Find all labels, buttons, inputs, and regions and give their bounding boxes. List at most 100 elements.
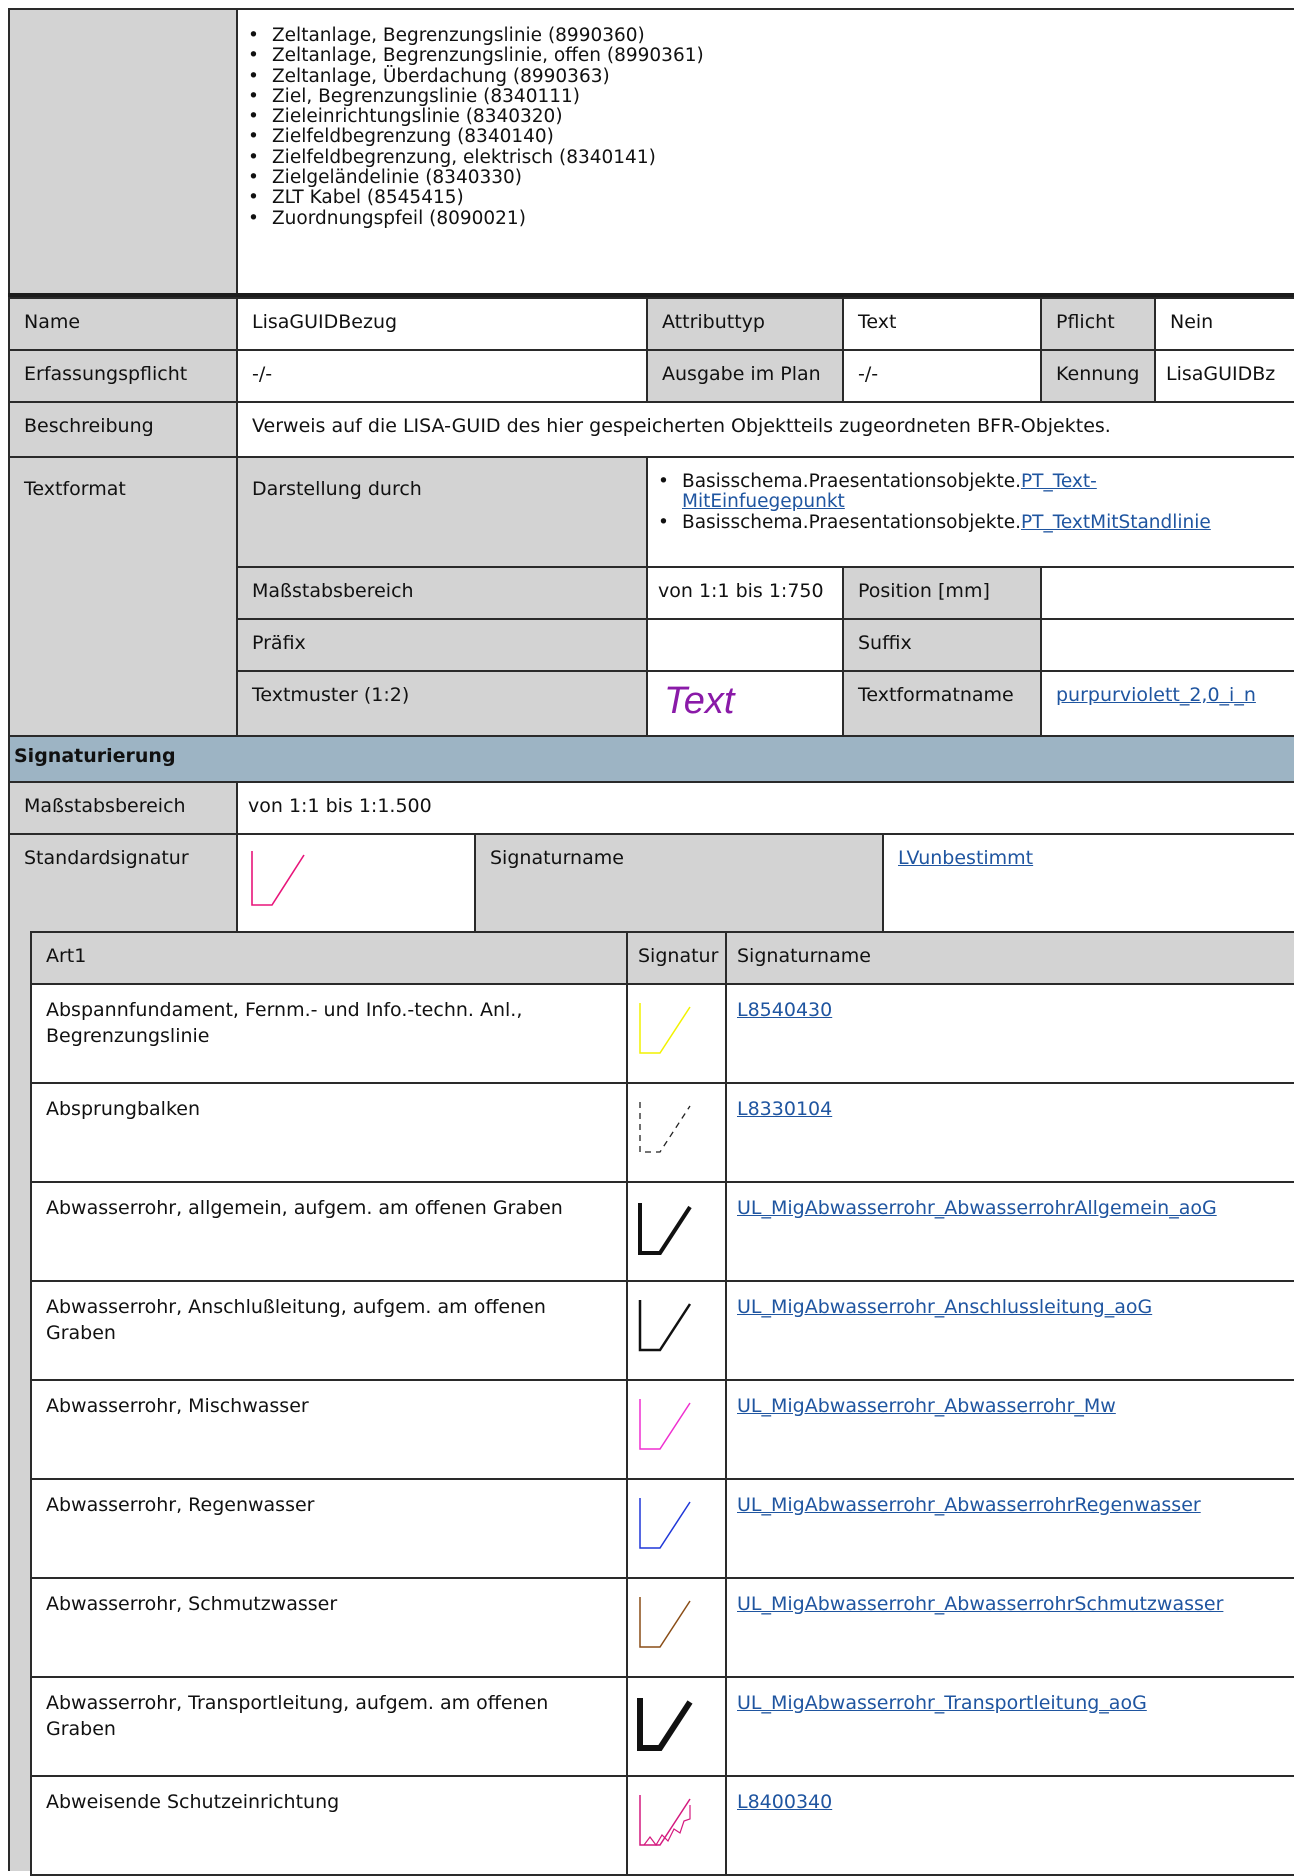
pt-text-mit-standlinie-link[interactable]: PT_TextMitStandlinie <box>1021 512 1211 533</box>
position-label: Position [mm] <box>842 566 1042 620</box>
position-label-text: Position [mm] <box>858 580 990 602</box>
lvunbestimmt-link[interactable]: LVunbestimmt <box>898 847 1033 869</box>
ausgabe-label-text: Ausgabe im Plan <box>662 363 821 385</box>
suffix-label-text: Suffix <box>858 632 912 654</box>
attributtyp-value-text: Text <box>858 311 897 333</box>
signaturname-value: LVunbestimmt <box>882 833 1294 933</box>
signature-line-icon <box>638 1203 692 1255</box>
art-table-indent <box>8 931 32 1871</box>
attributtyp-label: Attributtyp <box>646 297 844 351</box>
textformatname-label-text: Textformatname <box>858 684 1014 706</box>
praefix-label-text: Präfix <box>252 632 306 654</box>
hatch-marks <box>643 1805 691 1847</box>
art-text: Abwasserrohr, Transportleitung, aufgem. … <box>46 1692 549 1714</box>
darstellung-value: Basisschema.Praesentationsobjekte.PT_Tex… <box>646 456 1294 568</box>
signature-name-cell: UL_MigAbwasserrohr_Abwasserrohr_Mw <box>725 1379 1294 1480</box>
signature-line-icon <box>639 1795 691 1847</box>
signature-name-link[interactable]: UL_MigAbwasserrohr_Anschlussleitung_aoG <box>737 1296 1152 1318</box>
link-part-1: PT_Text- <box>1020 471 1097 492</box>
art-cell: Abwasserrohr, Anschlußleitung, aufgem. a… <box>30 1280 628 1381</box>
signature-name-link[interactable]: UL_MigAbwasserrohr_Transportleitung_aoG <box>737 1692 1147 1714</box>
darstellung-label-text: Darstellung durch <box>252 478 422 500</box>
signature-name-link[interactable]: L8540430 <box>737 999 832 1021</box>
art-cell: Abweisende Schutzeinrichtung <box>30 1775 628 1876</box>
object-type-item: Zuordnungspfeil (8090021) <box>238 208 1294 229</box>
erfassung-value-text: -/- <box>252 363 273 385</box>
darstellung-prefix: Basisschema.Praesentationsobjekte. <box>682 471 1021 492</box>
signature-name-cell: UL_MigAbwasserrohr_Anschlussleitung_aoG <box>725 1280 1294 1381</box>
art-text: Graben <box>46 1322 116 1344</box>
signature-cell <box>626 1775 727 1876</box>
object-type-item: Zielfeldbegrenzung (8340140) <box>238 127 1294 148</box>
art-text: Abwasserrohr, Schmutzwasser <box>46 1593 338 1615</box>
art-cell: Abwasserrohr, Mischwasser <box>30 1379 628 1480</box>
object-type-item: Zielgeländelinie (8340330) <box>238 167 1294 188</box>
signaturname-header-text: Signaturname <box>737 945 871 967</box>
signature-name-link[interactable]: UL_MigAbwasserrohr_AbwasserrohrSchmutzwa… <box>737 1593 1223 1615</box>
signature-name-link[interactable]: UL_MigAbwasserrohr_AbwasserrohrAllgemein… <box>737 1197 1217 1219</box>
darstellung-prefix: Basisschema.Praesentationsobjekte. <box>682 511 1021 533</box>
pflicht-label: Pflicht <box>1040 297 1156 351</box>
beschreibung-value-text: Verweis auf die LISA-GUID des hier gespe… <box>252 415 1111 437</box>
signature-line <box>637 1698 693 1751</box>
art-cell: Abwasserrohr, Regenwasser <box>30 1478 628 1579</box>
darstellung-item: Basisschema.Praesentationsobjekte.PT_Tex… <box>648 511 1294 533</box>
signature-line-icon <box>639 1597 691 1648</box>
praefix-label: Präfix <box>236 618 648 672</box>
signature-name-link[interactable]: UL_MigAbwasserrohr_AbwasserrohrRegenwass… <box>737 1494 1201 1516</box>
object-type-item: Zeltanlage, Überdachung (8990363) <box>238 66 1294 87</box>
standardsignatur-value <box>236 833 476 933</box>
textformatname-value: purpurviolett_2,0_i_n <box>1040 670 1294 737</box>
art-text: Abspannfundament, Fernm.- und Info.-tech… <box>46 999 523 1021</box>
darstellung-label: Darstellung durch <box>236 456 648 568</box>
signature-name-link[interactable]: L8400340 <box>737 1791 832 1813</box>
attributtyp-label-text: Attributtyp <box>662 311 765 333</box>
massstab-label-text: Maßstabsbereich <box>252 580 414 602</box>
signature-name-cell: L8540430 <box>725 983 1294 1084</box>
signature-line <box>638 1203 692 1255</box>
signature-cell <box>626 1082 727 1183</box>
signature-line-icon <box>639 1399 691 1450</box>
signature-name-cell: UL_MigAbwasserrohr_AbwasserrohrSchmutzwa… <box>725 1577 1294 1678</box>
signature-cell <box>626 1676 727 1777</box>
erfassung-value: -/- <box>236 349 648 403</box>
suffix-label: Suffix <box>842 618 1042 672</box>
signature-name-cell: UL_MigAbwasserrohr_AbwasserrohrRegenwass… <box>725 1478 1294 1579</box>
signature-name-link[interactable]: UL_MigAbwasserrohr_Abwasserrohr_Mw <box>737 1395 1116 1417</box>
object-type-item: Zieleinrichtungslinie (8340320) <box>238 106 1294 127</box>
signature-line <box>639 1102 691 1153</box>
art-cell: Abspannfundament, Fernm.- und Info.-tech… <box>30 983 628 1084</box>
signature-line <box>639 1498 691 1549</box>
art-text: Graben <box>46 1718 116 1740</box>
ausgabe-value: -/- <box>842 349 1042 403</box>
name-label-text: Name <box>24 311 81 333</box>
signature-cell <box>626 1379 727 1480</box>
signature-name-link[interactable]: L8330104 <box>737 1098 832 1120</box>
textformatname-link[interactable]: purpurviolett_2,0_i_n <box>1056 684 1256 706</box>
art-text: Abwasserrohr, Mischwasser <box>46 1395 309 1417</box>
kennung-value: LisaGUIDBz <box>1154 349 1294 403</box>
signature-name-cell: L8330104 <box>725 1082 1294 1183</box>
object-type-item: Ziel, Begrenzungslinie (8340111) <box>238 86 1294 107</box>
link-part-2: MitEinfuegepunkt <box>682 491 845 513</box>
art-text: Begrenzungslinie <box>46 1025 210 1047</box>
art-cell: Abwasserrohr, Schmutzwasser <box>30 1577 628 1678</box>
sig-massstab-value: von 1:1 bis 1:1.500 <box>236 781 1294 835</box>
signature-cell <box>626 1478 727 1579</box>
kennung-label-text: Kennung <box>1056 363 1140 385</box>
signaturname-label: Signaturname <box>474 833 884 933</box>
kennung-value-text: LisaGUIDBz <box>1166 363 1276 385</box>
textformat-label: Textformat <box>8 456 238 737</box>
signature-cell <box>626 1181 727 1282</box>
sig-massstab-value-text: von 1:1 bis 1:1.500 <box>248 795 432 817</box>
list-row-label-cell <box>8 8 238 297</box>
art-text: Abweisende Schutzeinrichtung <box>46 1791 340 1813</box>
signature-name-cell: UL_MigAbwasserrohr_AbwasserrohrAllgemein… <box>725 1181 1294 1282</box>
art-cell: Absprungbalken <box>30 1082 628 1183</box>
standard-signature-icon <box>251 851 305 906</box>
darstellung-list: Basisschema.Praesentationsobjekte.PT_Tex… <box>648 471 1294 533</box>
object-type-list: Zeltanlage, Begrenzungslinie (8990360)Ze… <box>238 25 1294 229</box>
textformat-label-text: Textformat <box>24 478 126 500</box>
pflicht-value: Nein <box>1154 297 1294 351</box>
pflicht-value-text: Nein <box>1170 311 1214 333</box>
